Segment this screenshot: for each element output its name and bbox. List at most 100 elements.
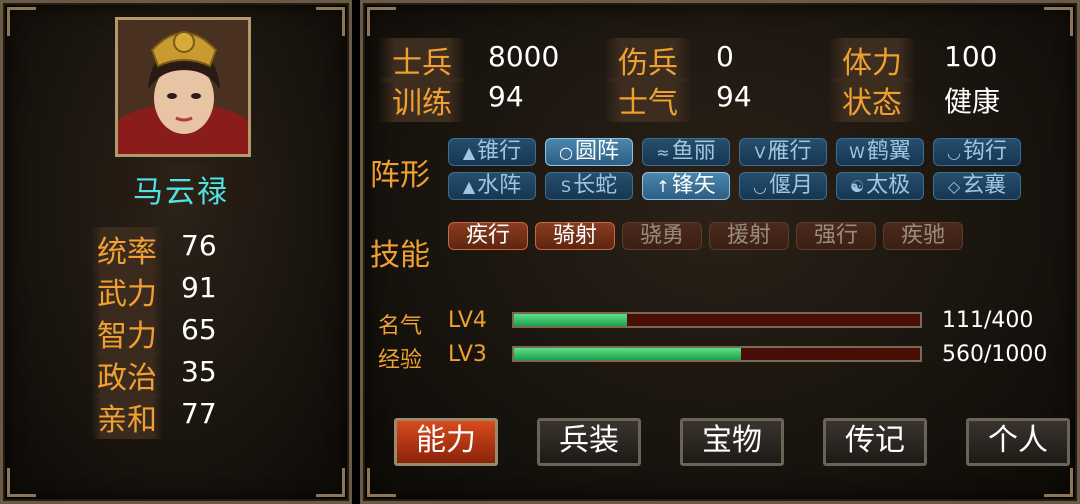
stat-label: 智力 [91, 311, 163, 355]
formation-name: 锥行 [477, 139, 522, 164]
tab-equipment[interactable]: 兵装 [537, 418, 641, 466]
stat-label: 体力 [828, 38, 916, 82]
corner-ornament [7, 7, 36, 36]
stat-value: 65 [181, 313, 217, 346]
formation-name: 玄襄 [962, 173, 1007, 198]
troop-stat: 状态 健康 [828, 78, 1028, 122]
name-plate: 马云禄 [81, 163, 281, 210]
formation-xuanxiang[interactable]: ◇玄襄 [933, 172, 1021, 200]
stat-value: 77 [181, 397, 217, 430]
stat-label: 士气 [604, 78, 692, 122]
arrow-icon: ↑ [656, 177, 670, 196]
corner-ornament [367, 468, 396, 497]
formation-name: 长蛇 [573, 173, 618, 198]
skill-item[interactable]: 疾驰 [883, 222, 963, 250]
character-panel: 马云禄 统率 76 武力 91 智力 65 政治 35 亲和 77 [0, 0, 352, 504]
formation-snake[interactable]: S长蛇 [545, 172, 633, 200]
formation-name: 圆阵 [574, 139, 619, 164]
progress-level: LV4 [448, 308, 487, 333]
progress-fill [514, 348, 742, 360]
base-stats: 统率 76 武力 91 智力 65 政治 35 亲和 77 [73, 225, 303, 439]
formation-goose[interactable]: V雁行 [739, 138, 827, 166]
skill-item[interactable]: 强行 [796, 222, 876, 250]
corner-ornament [1044, 468, 1073, 497]
stat-value: 94 [488, 80, 524, 113]
stat-label: 统率 [91, 227, 163, 271]
stat-value: 94 [716, 80, 752, 113]
stat-value: 91 [181, 271, 217, 304]
crane-wing-icon: W [849, 143, 865, 162]
stat-value: 100 [944, 40, 998, 73]
skill-item[interactable]: 援射 [709, 222, 789, 250]
troop-stat: 伤兵 0 [604, 38, 804, 82]
formation-name: 锋矢 [671, 173, 716, 198]
stat-value: 76 [181, 229, 217, 262]
formation-circle[interactable]: ○圆阵 [545, 138, 633, 166]
formation-wedge[interactable]: ▲锥行 [448, 138, 536, 166]
stat-label: 训练 [378, 78, 466, 122]
skill-item[interactable]: 疾行 [448, 222, 528, 250]
formation-arrow[interactable]: ↑锋矢 [642, 172, 730, 200]
crescent-icon: ◡ [753, 177, 767, 196]
corner-ornament [316, 7, 345, 36]
corner-ornament [367, 7, 396, 36]
formation-name: 雁行 [767, 139, 812, 164]
tab-biography[interactable]: 传记 [823, 418, 927, 466]
snake-icon: S [560, 177, 572, 196]
circle-icon: ○ [559, 143, 573, 162]
hook-icon: ◡ [947, 143, 961, 162]
progress-bar [512, 312, 922, 328]
troop-stat: 体力 100 [828, 38, 1028, 82]
stat-row: 武力 91 [73, 267, 303, 313]
progress-value: 560/1000 [942, 342, 1048, 367]
formation-name: 鹤翼 [866, 139, 911, 164]
stat-label: 状态 [828, 78, 916, 122]
stat-row: 政治 35 [73, 351, 303, 397]
stat-value: 35 [181, 355, 217, 388]
taiji-icon: ☯ [849, 177, 865, 196]
wedge-icon: ▲ [462, 143, 476, 162]
xuanxiang-icon: ◇ [947, 177, 961, 196]
stat-label: 亲和 [91, 395, 163, 439]
formation-taiji[interactable]: ☯太极 [836, 172, 924, 200]
stat-value: 0 [716, 40, 734, 73]
formation-label: 阵形 [370, 158, 430, 193]
formation-crane-wing[interactable]: W鹤翼 [836, 138, 924, 166]
formation-name: 偃月 [768, 173, 813, 198]
stat-label: 武力 [91, 269, 163, 313]
character-portrait [115, 17, 251, 157]
skills-label: 技能 [370, 238, 430, 273]
stat-row: 亲和 77 [73, 393, 303, 439]
corner-ornament [316, 468, 345, 497]
troop-stat: 士气 94 [604, 78, 804, 122]
formation-water[interactable]: ▲水阵 [448, 172, 536, 200]
progress-level: LV3 [448, 342, 487, 367]
troop-stat: 训练 94 [378, 78, 578, 122]
goose-icon: V [754, 143, 766, 162]
progress-label: 经验 [378, 348, 423, 373]
troop-stat: 士兵 8000 [378, 38, 578, 82]
formation-name: 水阵 [477, 173, 522, 198]
formation-crescent[interactable]: ◡偃月 [739, 172, 827, 200]
skill-item[interactable]: 骁勇 [622, 222, 702, 250]
fish-scale-icon: ≈ [656, 143, 670, 162]
tab-treasure[interactable]: 宝物 [680, 418, 784, 466]
formation-name: 钩行 [962, 139, 1007, 164]
water-icon: ▲ [462, 177, 476, 196]
progress-fill [514, 314, 627, 326]
tab-personal[interactable]: 个人 [966, 418, 1070, 466]
progress-value: 111/400 [942, 308, 1034, 333]
progress-bar [512, 346, 922, 362]
stat-label: 士兵 [378, 38, 466, 82]
stat-value: 健康 [944, 85, 1001, 118]
stat-value: 8000 [488, 40, 560, 73]
stat-label: 政治 [91, 353, 163, 397]
tab-ability[interactable]: 能力 [394, 418, 498, 466]
character-name: 马云禄 [133, 175, 229, 210]
formation-hook[interactable]: ◡钩行 [933, 138, 1021, 166]
skill-item[interactable]: 骑射 [535, 222, 615, 250]
formation-fish-scale[interactable]: ≈鱼丽 [642, 138, 730, 166]
stat-row: 智力 65 [73, 309, 303, 355]
formation-name: 太极 [866, 173, 911, 198]
stat-label: 伤兵 [604, 38, 692, 82]
